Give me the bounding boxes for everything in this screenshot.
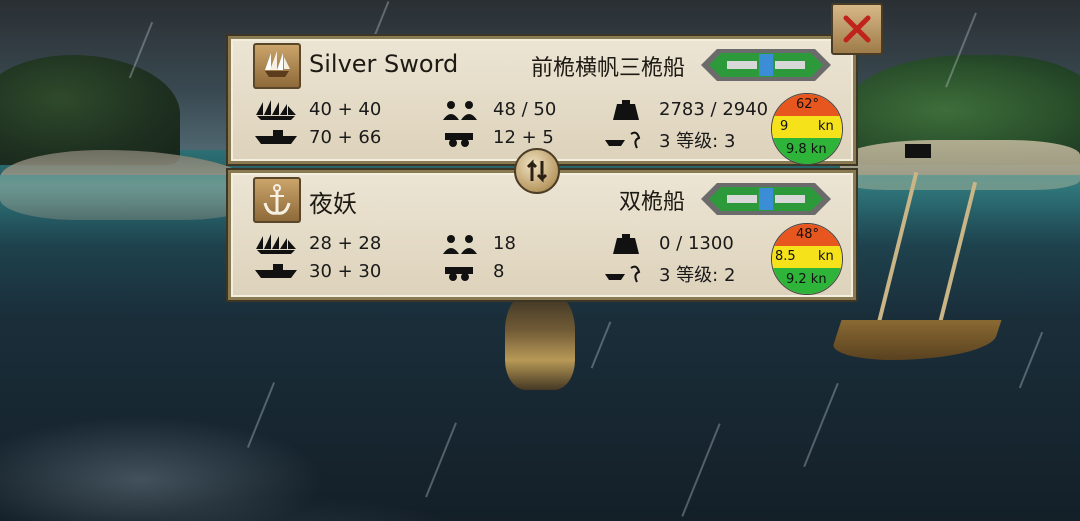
ship-upgrade-icon (603, 264, 649, 284)
speed-current: 9 (780, 119, 789, 134)
ship-name: Silver Sword (309, 50, 459, 78)
cannon-icon (437, 128, 483, 148)
sails-icon (253, 233, 299, 254)
enemy-hull (828, 320, 1002, 360)
speed-max: 9.2 kn (786, 272, 827, 287)
speed-gauge: 48° 8.5 kn 9.2 kn (771, 223, 843, 295)
mast (936, 181, 978, 329)
sails-stat: 40 + 40 (253, 99, 381, 120)
guns-stat: 12 + 5 (437, 127, 554, 148)
close-button[interactable] (831, 3, 883, 55)
hull-icon (253, 128, 299, 148)
upgrades-value: 3 等级: 2 (659, 265, 736, 286)
swap-arrows-icon (526, 159, 548, 183)
upgrades-stat: 3 等级: 2 (603, 261, 735, 287)
ship-class: 前桅横帆三桅船 (530, 56, 685, 81)
hull-icon (253, 262, 299, 282)
sails-value: 40 + 40 (309, 99, 382, 120)
guns-value: 8 (493, 261, 505, 282)
anchor-icon (253, 177, 301, 223)
upgrades-value: 3 等级: 3 (659, 131, 736, 152)
mast (875, 171, 919, 329)
ship-name: 夜妖 (309, 190, 357, 218)
hull-diagram-icon (697, 177, 835, 221)
hull-stat: 30 + 30 (253, 261, 381, 282)
cargo-stat: 2783 / 2940 (603, 99, 768, 120)
speed-unit: kn (818, 249, 834, 264)
cargo-value: 0 / 1300 (659, 233, 734, 254)
crew-icon (437, 234, 483, 254)
sails-value: 28 + 28 (309, 233, 382, 254)
speed-max: 9.8 kn (786, 142, 827, 157)
hull-value: 30 + 30 (309, 261, 382, 282)
crew-value: 48 / 50 (493, 99, 557, 120)
speed-unit: kn (818, 119, 834, 134)
wind-angle: 62° (796, 97, 820, 112)
wind-angle: 48° (796, 227, 820, 242)
speed-gauge: 62° 9 kn 9.8 kn (771, 93, 843, 165)
hull-value: 70 + 66 (309, 127, 382, 148)
speed-current: 8.5 (775, 249, 796, 264)
cargo-stat: 0 / 1300 (603, 233, 734, 254)
cannon-icon (437, 262, 483, 282)
crew-stat: 18 (437, 233, 516, 254)
player-ship (505, 290, 575, 390)
hull-diagram-icon (697, 43, 835, 87)
crew-stat: 48 / 50 (437, 99, 556, 120)
hull-stat: 70 + 66 (253, 127, 381, 148)
enemy-ship (828, 144, 1005, 360)
pirate-flag (905, 144, 931, 158)
close-x-icon (843, 15, 871, 43)
guns-value: 12 + 5 (493, 127, 554, 148)
sails-stat: 28 + 28 (253, 233, 381, 254)
ship-class: 双桅船 (618, 190, 685, 215)
weight-icon (603, 233, 649, 254)
ship-upgrade-icon (603, 130, 649, 150)
sailing-ship-icon (253, 43, 301, 89)
weight-icon (603, 99, 649, 120)
crew-value: 18 (493, 233, 516, 254)
crew-icon (437, 100, 483, 120)
upgrades-stat: 3 等级: 3 (603, 127, 735, 153)
guns-stat: 8 (437, 261, 504, 282)
cargo-value: 2783 / 2940 (659, 99, 769, 120)
sails-icon (253, 99, 299, 120)
swap-ships-button[interactable] (514, 148, 560, 194)
ship-panel-player[interactable]: Silver Sword 前桅横帆三桅船 40 + 40 70 + 66 48 … (228, 36, 856, 165)
